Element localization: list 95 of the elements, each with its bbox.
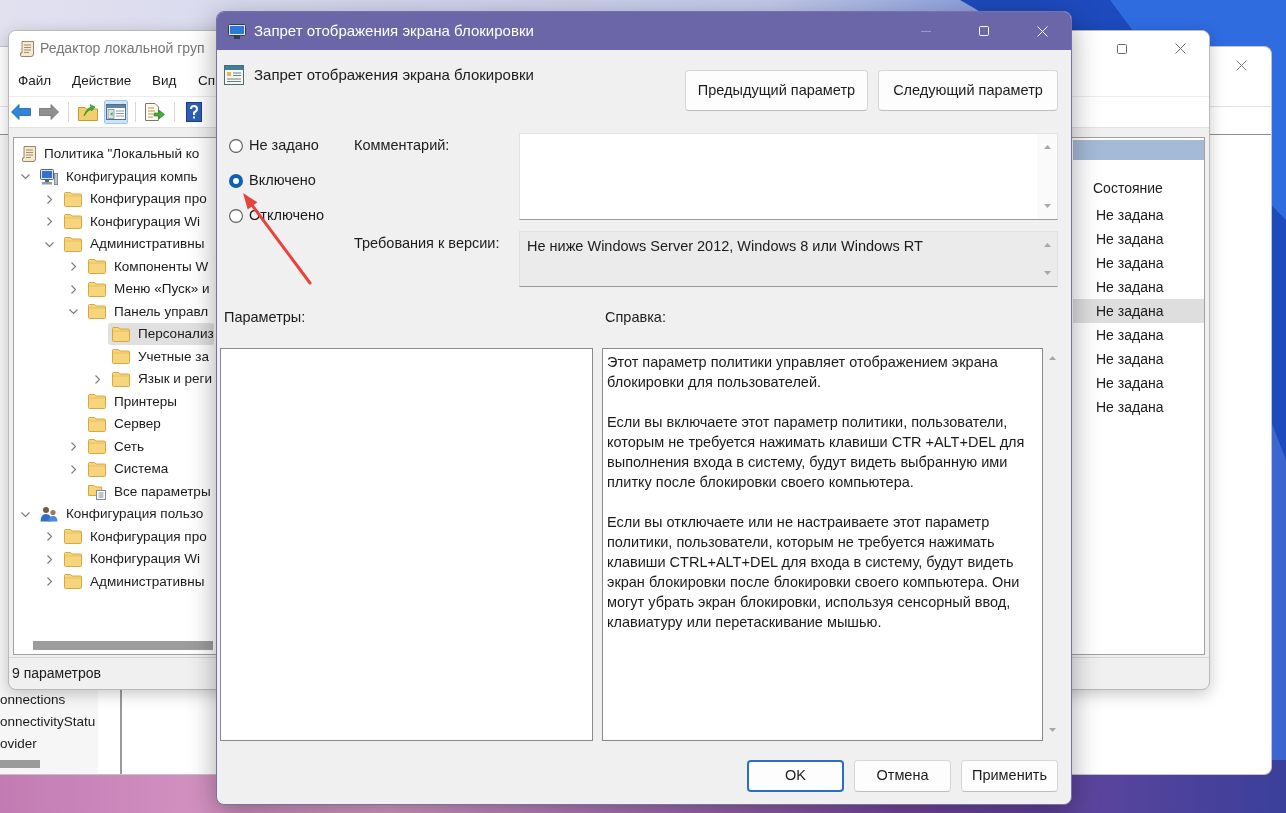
- chevron-right-icon[interactable]: [46, 554, 52, 564]
- tree-item[interactable]: Персонализ: [108, 323, 214, 346]
- status-cell[interactable]: Не задана: [1073, 299, 1204, 323]
- radio-icon[interactable]: [229, 209, 243, 223]
- window-list-icon: [224, 65, 244, 85]
- folder-icon: [112, 371, 130, 387]
- folder-icon: [64, 214, 82, 230]
- monitor-icon: [228, 23, 246, 39]
- tree-item[interactable]: Учетные за: [108, 345, 209, 368]
- list-item[interactable]: onnectivityStatu: [0, 714, 96, 730]
- tree-item[interactable]: Принтеры: [84, 390, 177, 413]
- setting-title: Запрет отображения экрана блокировки: [254, 64, 534, 85]
- tree-item[interactable]: Компоненты W: [84, 255, 209, 278]
- cancel-button[interactable]: Отмена: [854, 760, 951, 792]
- maximize-icon[interactable]: [1117, 43, 1127, 54]
- list-item[interactable]: onnections: [0, 692, 66, 708]
- tree-item[interactable]: Система: [84, 458, 169, 481]
- tree-item[interactable]: Все параметры: [84, 480, 211, 503]
- folder-icon: [88, 461, 106, 477]
- field-label: Справка:: [605, 309, 666, 325]
- close-icon[interactable]: [1174, 43, 1186, 54]
- folder-icon: [64, 191, 82, 207]
- chevron-right-icon[interactable]: [70, 442, 76, 452]
- folder-icon: [88, 439, 106, 455]
- tree-item[interactable]: Конфигурация Wi: [60, 210, 201, 233]
- chevron-right-icon[interactable]: [70, 284, 76, 294]
- field-label: Требования к версии:: [354, 235, 500, 251]
- computer-icon: [40, 168, 58, 185]
- tree-item[interactable]: Конфигурация компь: [36, 165, 198, 188]
- radio-option[interactable]: Включено: [229, 171, 316, 191]
- folder-icon: [88, 394, 106, 410]
- tree-item[interactable]: Административны: [60, 570, 205, 593]
- chevron-right-icon[interactable]: [46, 217, 52, 227]
- chevron-down-icon[interactable]: [20, 511, 30, 517]
- list-item[interactable]: ovider: [0, 736, 37, 752]
- help-paragraph: Если вы включаете этот параметр политики, пользователи, которым не требуется нажимать клавиши CTR +ALT+DEL для выполнения входа в систему, будут видеть выбранную ими плитку после блокировки своего компьютера.: [607, 413, 1026, 492]
- folder-icon: [64, 236, 82, 252]
- radio-icon[interactable]: [229, 174, 243, 188]
- folder-document-icon: [88, 483, 106, 500]
- status-text: 9 параметров: [12, 664, 101, 683]
- menu-item[interactable]: Сп: [198, 70, 216, 92]
- users-icon: [40, 506, 58, 523]
- menu-item[interactable]: Файл: [18, 70, 72, 92]
- chevron-down-icon[interactable]: [68, 309, 78, 315]
- chevron-right-icon[interactable]: [46, 194, 52, 204]
- tree-item[interactable]: Конфигурация Wi: [60, 548, 201, 571]
- tree-item[interactable]: Панель управл: [84, 300, 209, 323]
- folder-icon: [88, 304, 106, 320]
- scroll-icon: [20, 40, 34, 57]
- tree-item[interactable]: Административны: [60, 233, 205, 256]
- field-label: Параметры:: [224, 309, 306, 325]
- column-header[interactable]: Состояние: [1093, 177, 1163, 199]
- chevron-right-icon[interactable]: [46, 532, 52, 542]
- scroll-icon: [22, 146, 36, 163]
- menu-item[interactable]: Действие: [72, 70, 152, 92]
- radio-option[interactable]: Не задано: [229, 136, 319, 156]
- folder-icon: [112, 349, 130, 365]
- chevron-right-icon[interactable]: [70, 262, 76, 272]
- help-paragraph: Этот параметр политики управляет отображением экрана блокировки для пользователей.: [607, 353, 999, 392]
- tree-item[interactable]: Конфигурация про: [60, 188, 207, 211]
- tree-item[interactable]: Политика "Локальный ко: [18, 143, 200, 166]
- comment-field[interactable]: [519, 133, 1058, 220]
- tree-item[interactable]: Сервер: [84, 413, 161, 436]
- tree-item[interactable]: Конфигурация про: [60, 525, 207, 548]
- tree-item[interactable]: Конфигурация пользо: [36, 503, 204, 526]
- folder-icon: [88, 259, 106, 275]
- field-label: Комментарий:: [354, 137, 450, 153]
- radio-icon[interactable]: [229, 139, 243, 153]
- close-icon[interactable]: [1235, 59, 1247, 71]
- folder-icon: [64, 551, 82, 567]
- scroll-up-icon[interactable]: [1043, 145, 1051, 149]
- scroll-down-icon[interactable]: [1043, 204, 1051, 208]
- tree-item[interactable]: Сеть: [84, 435, 145, 458]
- apply-button[interactable]: Применить: [961, 760, 1058, 792]
- horizontal-scrollbar[interactable]: [33, 641, 213, 650]
- menu-item[interactable]: Вид: [152, 70, 198, 92]
- help-paragraph: Если вы отключаете или не настраиваете этот параметр политики, пользователи, которым не требуется нажимать клавиши CTRL+ALT+DEL для входа в систему, будут видеть экран блокировки после блокировки своего компьютера. Они могут убрать экран блокировки, используя сенсорный ввод, клавиатуру или перетаскивание мышью.: [607, 513, 1021, 632]
- next-setting-button[interactable]: Следующий параметр: [878, 70, 1058, 111]
- chevron-right-icon[interactable]: [94, 374, 100, 384]
- chevron-down-icon[interactable]: [44, 241, 54, 247]
- folder-icon: [112, 326, 130, 342]
- chevron-right-icon[interactable]: [46, 577, 52, 587]
- folder-icon: [64, 574, 82, 590]
- folder-icon: [88, 416, 106, 432]
- window-title: Редактор локальной груп: [40, 39, 205, 58]
- tree-item[interactable]: Язык и реги: [108, 368, 213, 391]
- ok-button[interactable]: OK: [747, 760, 844, 792]
- chevron-down-icon[interactable]: [20, 174, 30, 180]
- folder-icon: [88, 281, 106, 297]
- previous-setting-button[interactable]: Предыдущий параметр: [685, 70, 868, 111]
- tree-item[interactable]: Меню «Пуск» и: [84, 278, 210, 301]
- chevron-right-icon[interactable]: [70, 464, 76, 474]
- horizontal-scrollbar[interactable]: [0, 760, 40, 768]
- folder-icon: [64, 529, 82, 545]
- dialog-title: Запрет отображения экрана блокировки: [254, 20, 534, 41]
